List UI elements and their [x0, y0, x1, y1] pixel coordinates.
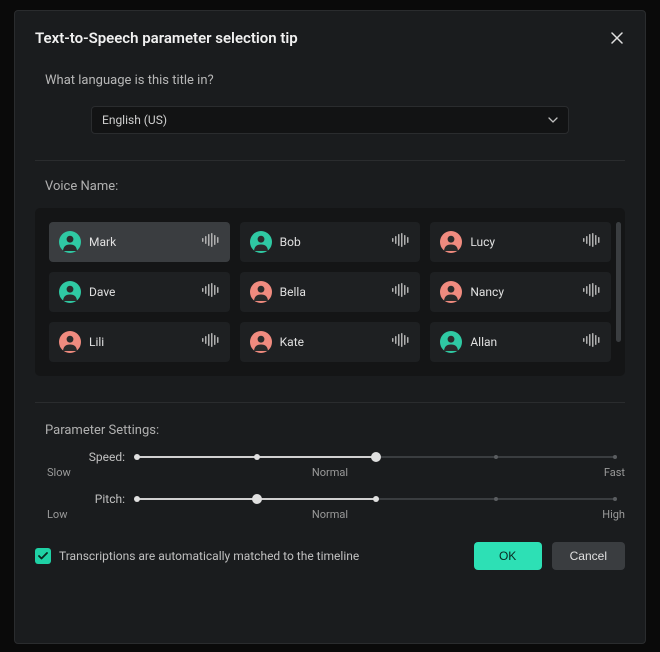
avatar-icon	[250, 331, 272, 353]
avatar-icon	[440, 231, 462, 253]
avatar-icon	[250, 281, 272, 303]
soundwave-icon[interactable]	[392, 283, 410, 301]
language-question: What language is this title in?	[45, 73, 625, 88]
voice-card-mark[interactable]: Mark	[49, 222, 230, 262]
divider	[35, 402, 625, 403]
chevron-down-icon	[548, 117, 558, 123]
transcription-checkbox[interactable]	[35, 548, 51, 564]
voice-card-nancy[interactable]: Nancy	[430, 272, 611, 312]
slider-tick	[134, 496, 140, 502]
dialog-header: Text-to-Speech parameter selection tip	[35, 29, 625, 47]
slider-tick	[254, 454, 260, 460]
dialog-title: Text-to-Speech parameter selection tip	[35, 29, 298, 47]
cancel-button[interactable]: Cancel	[552, 542, 625, 570]
slider-tick	[613, 497, 617, 501]
soundwave-icon[interactable]	[583, 283, 601, 301]
slider-tick	[373, 496, 379, 502]
speed-slider[interactable]	[137, 450, 615, 464]
slider-tick	[494, 455, 498, 459]
voice-card-bob[interactable]: Bob	[240, 222, 421, 262]
voice-section-label: Voice Name:	[45, 179, 625, 194]
avatar-icon	[59, 281, 81, 303]
soundwave-icon[interactable]	[583, 333, 601, 351]
slider-tick	[134, 454, 140, 460]
voice-card-kate[interactable]: Kate	[240, 322, 421, 362]
voice-card-lucy[interactable]: Lucy	[430, 222, 611, 262]
pitch-tick-high: High	[602, 508, 625, 521]
soundwave-icon[interactable]	[392, 233, 410, 251]
speed-tick-normal: Normal	[312, 466, 348, 479]
avatar-icon	[59, 331, 81, 353]
speed-label: Speed:	[75, 450, 125, 464]
pitch-tick-normal: Normal	[312, 508, 348, 521]
voice-card-bella[interactable]: Bella	[240, 272, 421, 312]
language-select-row: English (US)	[35, 106, 625, 134]
language-select-value: English (US)	[102, 113, 167, 127]
voices-panel: Mark Bob Lucy Dave Bella Nancy Lili Kate Allan	[35, 208, 625, 376]
soundwave-icon[interactable]	[583, 233, 601, 251]
tts-param-dialog: Text-to-Speech parameter selection tip W…	[14, 10, 646, 644]
voice-card-lili[interactable]: Lili	[49, 322, 230, 362]
avatar-icon	[440, 281, 462, 303]
avatar-icon	[59, 231, 81, 253]
pitch-slider[interactable]	[137, 492, 615, 506]
scrollbar-track[interactable]	[616, 222, 621, 362]
voice-name-label: Kate	[280, 335, 385, 349]
divider	[35, 160, 625, 161]
close-button[interactable]	[609, 30, 625, 46]
avatar-icon	[440, 331, 462, 353]
language-select[interactable]: English (US)	[91, 106, 569, 134]
voice-name-label: Allan	[470, 335, 575, 349]
voice-name-label: Nancy	[470, 285, 575, 299]
scrollbar-thumb[interactable]	[616, 222, 621, 342]
checkmark-icon	[38, 552, 48, 560]
avatar-icon	[250, 231, 272, 253]
pitch-tick-low: Low	[47, 508, 67, 521]
voice-card-allan[interactable]: Allan	[430, 322, 611, 362]
voice-name-label: Lili	[89, 335, 194, 349]
speed-tick-fast: Fast	[604, 466, 625, 479]
soundwave-icon[interactable]	[202, 233, 220, 251]
slider-tick	[613, 455, 617, 459]
slider-tick	[494, 497, 498, 501]
soundwave-icon[interactable]	[202, 283, 220, 301]
speed-slider-row: Speed:	[35, 450, 625, 464]
voice-name-label: Dave	[89, 285, 194, 299]
ok-button[interactable]: OK	[474, 542, 542, 570]
dialog-footer: Transcriptions are automatically matched…	[35, 542, 625, 570]
soundwave-icon[interactable]	[392, 333, 410, 351]
soundwave-icon[interactable]	[202, 333, 220, 351]
pitch-slider-row: Pitch:	[35, 492, 625, 506]
voice-name-label: Mark	[89, 235, 194, 249]
voice-name-label: Lucy	[470, 235, 575, 249]
voice-card-dave[interactable]: Dave	[49, 272, 230, 312]
slider-thumb[interactable]	[252, 494, 262, 504]
transcription-checkbox-row: Transcriptions are automatically matched…	[35, 548, 464, 564]
voice-name-label: Bella	[280, 285, 385, 299]
close-icon	[611, 32, 623, 44]
parameters-label: Parameter Settings:	[45, 423, 625, 438]
voice-name-label: Bob	[280, 235, 385, 249]
voices-grid: Mark Bob Lucy Dave Bella Nancy Lili Kate Allan	[49, 222, 611, 362]
transcription-checkbox-label: Transcriptions are automatically matched…	[59, 549, 359, 563]
pitch-label: Pitch:	[75, 492, 125, 506]
speed-tick-slow: Slow	[47, 466, 71, 479]
slider-thumb[interactable]	[371, 452, 381, 462]
